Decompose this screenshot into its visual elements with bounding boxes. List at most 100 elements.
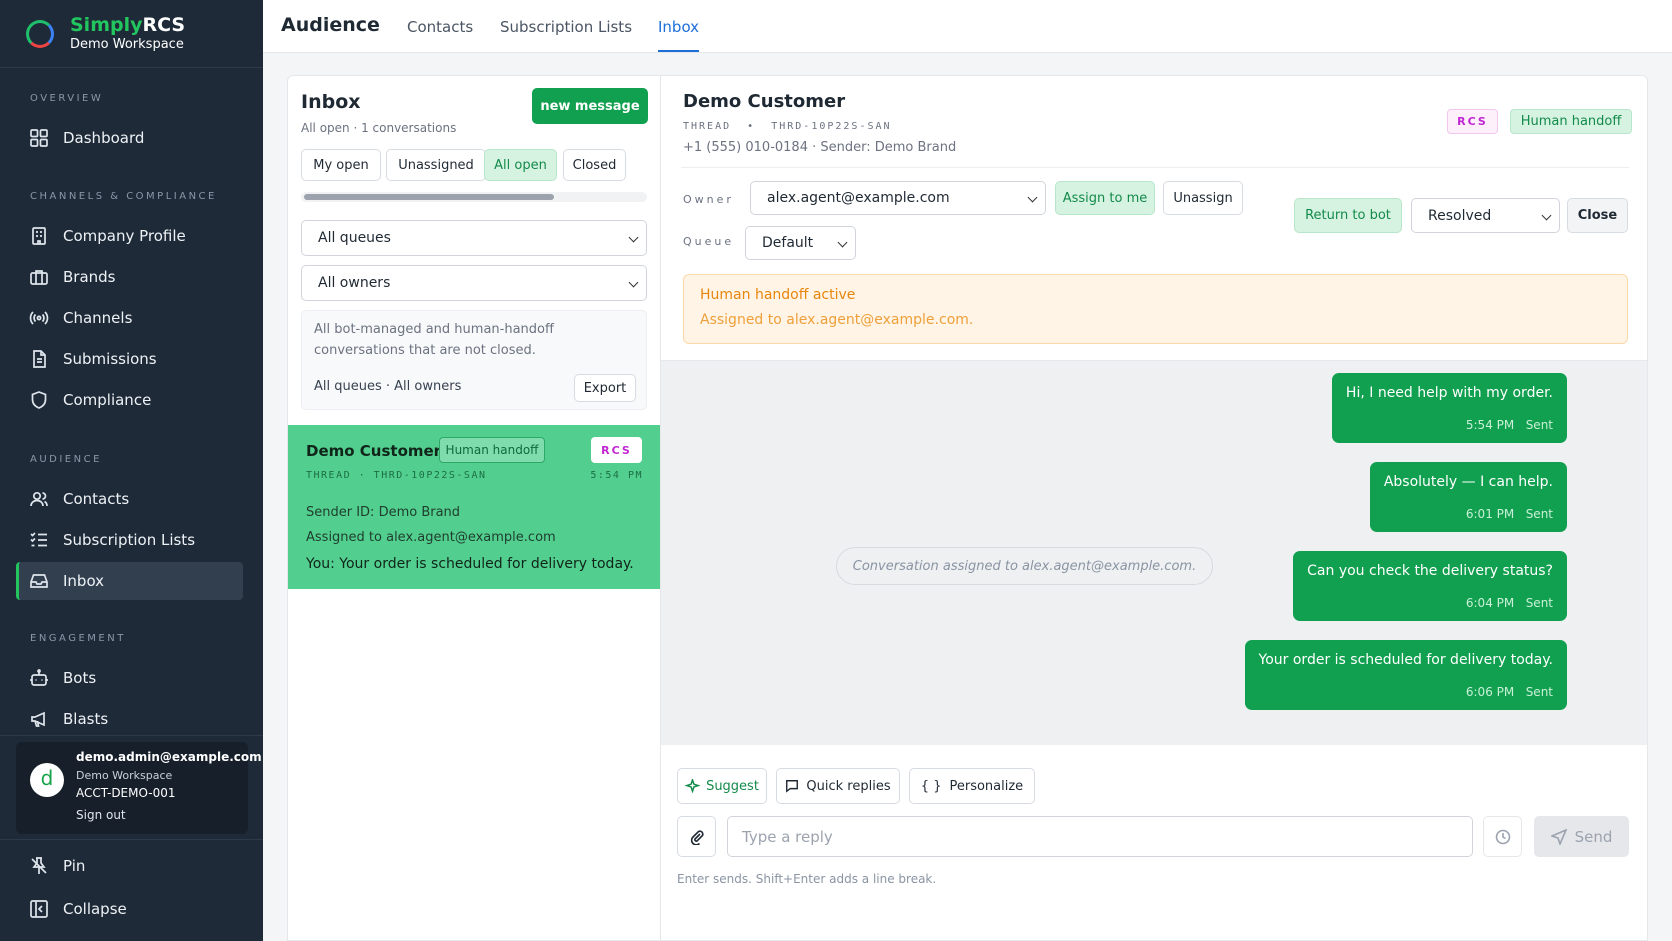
return-to-bot-button[interactable]: Return to bot [1294, 198, 1402, 233]
status-select[interactable]: Resolved [1411, 198, 1560, 233]
conversation-item[interactable]: Demo Customer Human handoff RCS THREAD ·… [288, 425, 661, 589]
sidebar-item-inbox[interactable]: Inbox [16, 562, 243, 600]
brand: SimplyRCS Demo Workspace [26, 14, 185, 54]
filter-scrollbar[interactable] [301, 192, 647, 202]
section-overview: Overview [30, 93, 104, 104]
sidebar-item-submissions[interactable]: Submissions [16, 340, 243, 378]
message-area: Hi, I need help with my order. 5:54 PM S… [661, 360, 1647, 745]
filter-all-open[interactable]: All open [484, 149, 557, 181]
reply-input[interactable]: Type a reply [727, 816, 1473, 857]
thread-id: THREAD • THRD-10P22S-SAN [683, 121, 892, 132]
pin-label: Pin [63, 857, 86, 875]
close-button[interactable]: Close [1567, 198, 1628, 233]
export-button[interactable]: Export [574, 374, 636, 402]
user-account-id: ACCT-DEMO-001 [76, 786, 176, 800]
filter-summary: All queues · All owners [314, 379, 462, 394]
queue-filter-select[interactable]: All queues [301, 220, 647, 256]
message-bubble: Absolutely — I can help. 6:01 PM Sent [1369, 462, 1567, 532]
tab-inbox[interactable]: Inbox [658, 18, 700, 52]
inbox-title: Inbox [301, 91, 361, 113]
assign-to-me-button[interactable]: Assign to me [1055, 181, 1155, 215]
divider [0, 67, 263, 68]
thread-panel: Demo Customer THREAD • THRD-10P22S-SAN +… [660, 75, 1648, 941]
sidebar-item-bots[interactable]: Bots [16, 659, 243, 697]
avatar: d [30, 763, 64, 797]
logo-icon [26, 20, 54, 48]
owner-select[interactable]: alex.agent@example.com [750, 181, 1046, 215]
sidebar: SimplyRCS Demo Workspace Overview Dashbo… [0, 0, 263, 941]
filter-unassigned[interactable]: Unassigned [386, 149, 486, 181]
message-text: Your order is scheduled for delivery tod… [1258, 652, 1553, 668]
thread-contact-name: Demo Customer [683, 91, 846, 112]
divider [681, 167, 1629, 168]
suggest-button[interactable]: Suggest [677, 768, 767, 804]
megaphone-icon [31, 711, 45, 727]
sidebar-item-blasts[interactable]: Blasts [16, 700, 243, 738]
unassign-button[interactable]: Unassign [1163, 181, 1243, 215]
document-icon [33, 350, 46, 368]
inbox-subtitle: All open · 1 conversations [301, 121, 457, 135]
section-engagement: Engagement [30, 633, 126, 644]
sidebar-item-label: Inbox [63, 572, 105, 590]
filter-closed[interactable]: Closed [563, 149, 626, 181]
user-email: demo.admin@example.com [76, 750, 262, 764]
sidebar-item-brands[interactable]: Brands [16, 258, 243, 296]
sidebar-item-channels[interactable]: Channels [16, 299, 243, 337]
sidebar-item-subscription-lists[interactable]: Subscription Lists [16, 521, 243, 559]
sidebar-item-compliance[interactable]: Compliance [16, 381, 243, 419]
pin-off-icon [31, 857, 47, 874]
sign-out-link[interactable]: Sign out [76, 808, 126, 822]
sidebar-item-dashboard[interactable]: Dashboard [16, 119, 243, 157]
send-button[interactable]: Send [1534, 816, 1629, 857]
system-note: Conversation assigned to alex.agent@exam… [836, 547, 1213, 585]
inbox-list-panel: Inbox All open · 1 conversations new mes… [287, 75, 661, 941]
quick-replies-button[interactable]: Quick replies [776, 768, 900, 804]
grid-icon [30, 129, 48, 147]
chevron-down-icon [837, 237, 848, 248]
new-message-button[interactable]: new message [532, 88, 648, 124]
scrollbar-thumb[interactable] [304, 194, 554, 200]
queue-select[interactable]: Default [745, 226, 856, 260]
workspace-name: Demo Workspace [70, 37, 184, 52]
conversation-preview: You: Your order is scheduled for deliver… [306, 556, 634, 572]
collapse-button[interactable]: Collapse [16, 890, 243, 928]
sidebar-item-contacts[interactable]: Contacts [16, 480, 243, 518]
sidebar-item-label: Submissions [63, 350, 157, 368]
send-icon [1550, 828, 1567, 845]
pin-button[interactable]: Pin [16, 847, 243, 885]
bot-icon [30, 669, 48, 686]
sidebar-item-label: Subscription Lists [63, 531, 196, 549]
message-meta: 6:06 PM Sent [1465, 685, 1553, 699]
filter-my-open[interactable]: My open [301, 149, 381, 181]
tab-contacts[interactable]: Contacts [407, 18, 473, 36]
attach-button[interactable] [677, 816, 716, 857]
owner-filter-select[interactable]: All owners [301, 265, 647, 301]
sidebar-item-company-profile[interactable]: Company Profile [16, 217, 243, 255]
tab-subscription-lists[interactable]: Subscription Lists [500, 18, 632, 36]
divider [0, 735, 263, 736]
conversation-thread-id: THREAD · THRD-10P22S-SAN [306, 470, 487, 481]
schedule-button[interactable] [1483, 816, 1522, 857]
shield-icon [31, 391, 47, 409]
sidebar-item-label: Blasts [63, 710, 109, 728]
channel-badge: RCS [1447, 109, 1498, 134]
message-bubble: Your order is scheduled for delivery tod… [1244, 640, 1567, 710]
sidebar-item-label: Brands [63, 268, 116, 286]
brand-name: SimplyRCS [70, 14, 186, 36]
conversation-name: Demo Customer [306, 442, 442, 460]
queue-label: Queue [683, 235, 735, 248]
users-icon [30, 491, 48, 507]
message-text: Can you check the delivery status? [1307, 563, 1553, 579]
braces-icon: { } [920, 778, 942, 794]
user-card: d demo.admin@example.com Demo Workspace … [16, 742, 262, 834]
sidebar-item-label: Bots [63, 669, 97, 687]
chevron-down-icon [628, 277, 639, 288]
composer-hint: Enter sends. Shift+Enter adds a line bre… [677, 872, 937, 886]
message-bubble: Hi, I need help with my order. 5:54 PM S… [1331, 373, 1567, 443]
message-bubble: Can you check the delivery status? 6:04 … [1293, 551, 1567, 621]
personalize-button[interactable]: { } Personalize [909, 768, 1035, 804]
message-meta: 5:54 PM Sent [1465, 418, 1553, 432]
chat-icon [786, 780, 799, 793]
sidebar-item-label: Compliance [63, 391, 152, 409]
inbox-icon [30, 574, 48, 588]
